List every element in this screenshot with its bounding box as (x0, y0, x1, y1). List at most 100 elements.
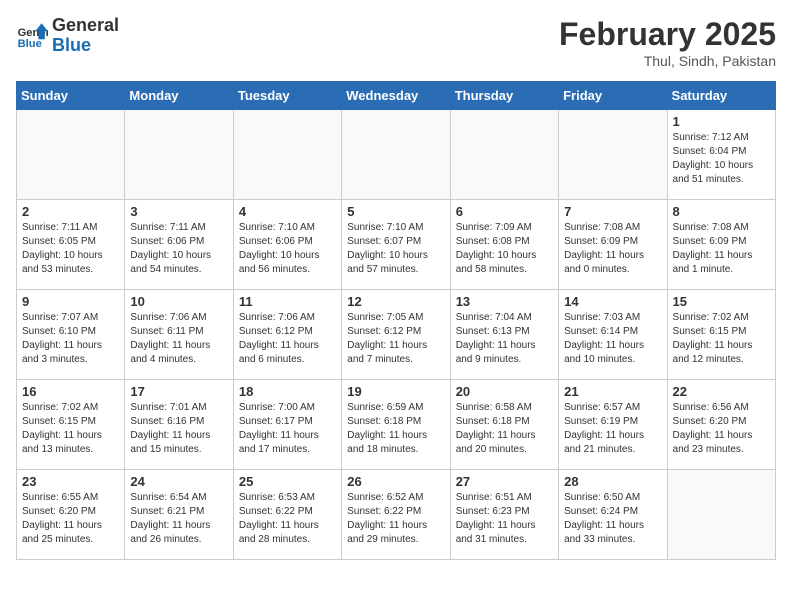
day-info: Sunrise: 7:04 AM Sunset: 6:13 PM Dayligh… (456, 311, 553, 367)
calendar-cell: 25 Sunrise: 6:53 AM Sunset: 6:22 PM Dayli… (233, 470, 341, 560)
day-info: Sunrise: 6:58 AM Sunset: 6:18 PM Dayligh… (456, 401, 553, 457)
day-info: Sunrise: 6:52 AM Sunset: 6:22 PM Dayligh… (347, 491, 444, 547)
day-number: 22 (673, 384, 770, 399)
calendar-cell (342, 110, 450, 200)
day-info: Sunrise: 7:10 AM Sunset: 6:07 PM Dayligh… (347, 221, 444, 277)
day-number: 10 (130, 294, 227, 309)
day-number: 9 (22, 294, 119, 309)
day-info: Sunrise: 6:51 AM Sunset: 6:23 PM Dayligh… (456, 491, 553, 547)
svg-text:Blue: Blue (18, 38, 42, 50)
day-header-saturday: Saturday (667, 82, 775, 110)
page-header: General Blue General Blue February 2025 … (16, 16, 776, 69)
location: Thul, Sindh, Pakistan (559, 53, 776, 69)
day-number: 4 (239, 204, 336, 219)
calendar-cell: 17Sunrise: 7:01 AM Sunset: 6:16 PM Dayli… (125, 380, 233, 470)
calendar-cell: 18 Sunrise: 7:00 AM Sunset: 6:17 PM Dayli… (233, 380, 341, 470)
day-info: Sunrise: 7:05 AM Sunset: 6:12 PM Dayligh… (347, 311, 444, 367)
calendar-cell: 1 Sunrise: 7:12 AM Sunset: 6:04 PM Daylig… (667, 110, 775, 200)
calendar-cell: 11 Sunrise: 7:06 AM Sunset: 6:12 PM Dayli… (233, 290, 341, 380)
day-info: Sunrise: 6:57 AM Sunset: 6:19 PM Dayligh… (564, 401, 661, 457)
day-number: 20 (456, 384, 553, 399)
day-info: Sunrise: 6:53 AM Sunset: 6:22 PM Dayligh… (239, 491, 336, 547)
calendar-cell: 10Sunrise: 7:06 AM Sunset: 6:11 PM Dayli… (125, 290, 233, 380)
calendar-cell (17, 110, 125, 200)
day-number: 28 (564, 474, 661, 489)
day-number: 17 (130, 384, 227, 399)
day-info: Sunrise: 7:08 AM Sunset: 6:09 PM Dayligh… (673, 221, 770, 277)
day-number: 19 (347, 384, 444, 399)
day-number: 18 (239, 384, 336, 399)
day-number: 3 (130, 204, 227, 219)
day-info: Sunrise: 6:50 AM Sunset: 6:24 PM Dayligh… (564, 491, 661, 547)
calendar-cell: 14Sunrise: 7:03 AM Sunset: 6:14 PM Dayli… (559, 290, 667, 380)
calendar-cell: 23 Sunrise: 6:55 AM Sunset: 6:20 PM Dayli… (17, 470, 125, 560)
day-info: Sunrise: 7:03 AM Sunset: 6:14 PM Dayligh… (564, 311, 661, 367)
day-number: 16 (22, 384, 119, 399)
day-info: Sunrise: 6:59 AM Sunset: 6:18 PM Dayligh… (347, 401, 444, 457)
day-info: Sunrise: 7:06 AM Sunset: 6:12 PM Dayligh… (239, 311, 336, 367)
calendar-cell (667, 470, 775, 560)
day-number: 2 (22, 204, 119, 219)
calendar-week-row: 2 Sunrise: 7:11 AM Sunset: 6:05 PM Daylig… (17, 200, 776, 290)
calendar-cell: 28 Sunrise: 6:50 AM Sunset: 6:24 PM Dayli… (559, 470, 667, 560)
calendar-cell: 26 Sunrise: 6:52 AM Sunset: 6:22 PM Dayli… (342, 470, 450, 560)
logo-general: General (52, 16, 119, 36)
calendar-cell: 13Sunrise: 7:04 AM Sunset: 6:13 PM Dayli… (450, 290, 558, 380)
calendar-cell: 4 Sunrise: 7:10 AM Sunset: 6:06 PM Daylig… (233, 200, 341, 290)
calendar-week-row: 9 Sunrise: 7:07 AM Sunset: 6:10 PM Daylig… (17, 290, 776, 380)
day-info: Sunrise: 7:00 AM Sunset: 6:17 PM Dayligh… (239, 401, 336, 457)
calendar-cell: 2 Sunrise: 7:11 AM Sunset: 6:05 PM Daylig… (17, 200, 125, 290)
calendar-cell: 20 Sunrise: 6:58 AM Sunset: 6:18 PM Dayli… (450, 380, 558, 470)
day-number: 15 (673, 294, 770, 309)
day-info: Sunrise: 6:55 AM Sunset: 6:20 PM Dayligh… (22, 491, 119, 547)
day-header-friday: Friday (559, 82, 667, 110)
day-number: 5 (347, 204, 444, 219)
title-block: February 2025 Thul, Sindh, Pakistan (559, 16, 776, 69)
day-info: Sunrise: 7:11 AM Sunset: 6:05 PM Dayligh… (22, 221, 119, 277)
day-header-tuesday: Tuesday (233, 82, 341, 110)
day-header-sunday: Sunday (17, 82, 125, 110)
day-number: 21 (564, 384, 661, 399)
day-info: Sunrise: 7:12 AM Sunset: 6:04 PM Dayligh… (673, 131, 770, 187)
calendar-cell: 5 Sunrise: 7:10 AM Sunset: 6:07 PM Daylig… (342, 200, 450, 290)
day-number: 7 (564, 204, 661, 219)
day-header-wednesday: Wednesday (342, 82, 450, 110)
day-info: Sunrise: 7:07 AM Sunset: 6:10 PM Dayligh… (22, 311, 119, 367)
calendar-cell: 24Sunrise: 6:54 AM Sunset: 6:21 PM Dayli… (125, 470, 233, 560)
day-number: 25 (239, 474, 336, 489)
calendar-cell (559, 110, 667, 200)
calendar-cell: 22 Sunrise: 6:56 AM Sunset: 6:20 PM Dayli… (667, 380, 775, 470)
day-number: 6 (456, 204, 553, 219)
calendar-header-row: SundayMondayTuesdayWednesdayThursdayFrid… (17, 82, 776, 110)
day-header-thursday: Thursday (450, 82, 558, 110)
calendar-cell: 3Sunrise: 7:11 AM Sunset: 6:06 PM Daylig… (125, 200, 233, 290)
day-header-monday: Monday (125, 82, 233, 110)
calendar-table: SundayMondayTuesdayWednesdayThursdayFrid… (16, 81, 776, 560)
calendar-cell (233, 110, 341, 200)
calendar-cell: 16Sunrise: 7:02 AM Sunset: 6:15 PM Dayli… (17, 380, 125, 470)
day-number: 23 (22, 474, 119, 489)
logo-blue: Blue (52, 36, 119, 56)
day-number: 26 (347, 474, 444, 489)
month-title: February 2025 (559, 16, 776, 53)
calendar-week-row: 23 Sunrise: 6:55 AM Sunset: 6:20 PM Dayli… (17, 470, 776, 560)
calendar-cell: 7Sunrise: 7:08 AM Sunset: 6:09 PM Daylig… (559, 200, 667, 290)
calendar-cell: 15 Sunrise: 7:02 AM Sunset: 6:15 PM Dayli… (667, 290, 775, 380)
logo: General Blue General Blue (16, 16, 119, 56)
day-number: 1 (673, 114, 770, 129)
calendar-cell: 8 Sunrise: 7:08 AM Sunset: 6:09 PM Daylig… (667, 200, 775, 290)
calendar-cell: 27Sunrise: 6:51 AM Sunset: 6:23 PM Dayli… (450, 470, 558, 560)
calendar-cell: 6 Sunrise: 7:09 AM Sunset: 6:08 PM Daylig… (450, 200, 558, 290)
day-number: 11 (239, 294, 336, 309)
day-info: Sunrise: 7:10 AM Sunset: 6:06 PM Dayligh… (239, 221, 336, 277)
day-info: Sunrise: 7:02 AM Sunset: 6:15 PM Dayligh… (673, 311, 770, 367)
day-info: Sunrise: 7:09 AM Sunset: 6:08 PM Dayligh… (456, 221, 553, 277)
day-info: Sunrise: 6:54 AM Sunset: 6:21 PM Dayligh… (130, 491, 227, 547)
logo-icon: General Blue (16, 20, 48, 52)
day-info: Sunrise: 6:56 AM Sunset: 6:20 PM Dayligh… (673, 401, 770, 457)
day-number: 12 (347, 294, 444, 309)
calendar-cell (450, 110, 558, 200)
day-number: 8 (673, 204, 770, 219)
calendar-cell: 9 Sunrise: 7:07 AM Sunset: 6:10 PM Daylig… (17, 290, 125, 380)
calendar-cell: 12 Sunrise: 7:05 AM Sunset: 6:12 PM Dayli… (342, 290, 450, 380)
